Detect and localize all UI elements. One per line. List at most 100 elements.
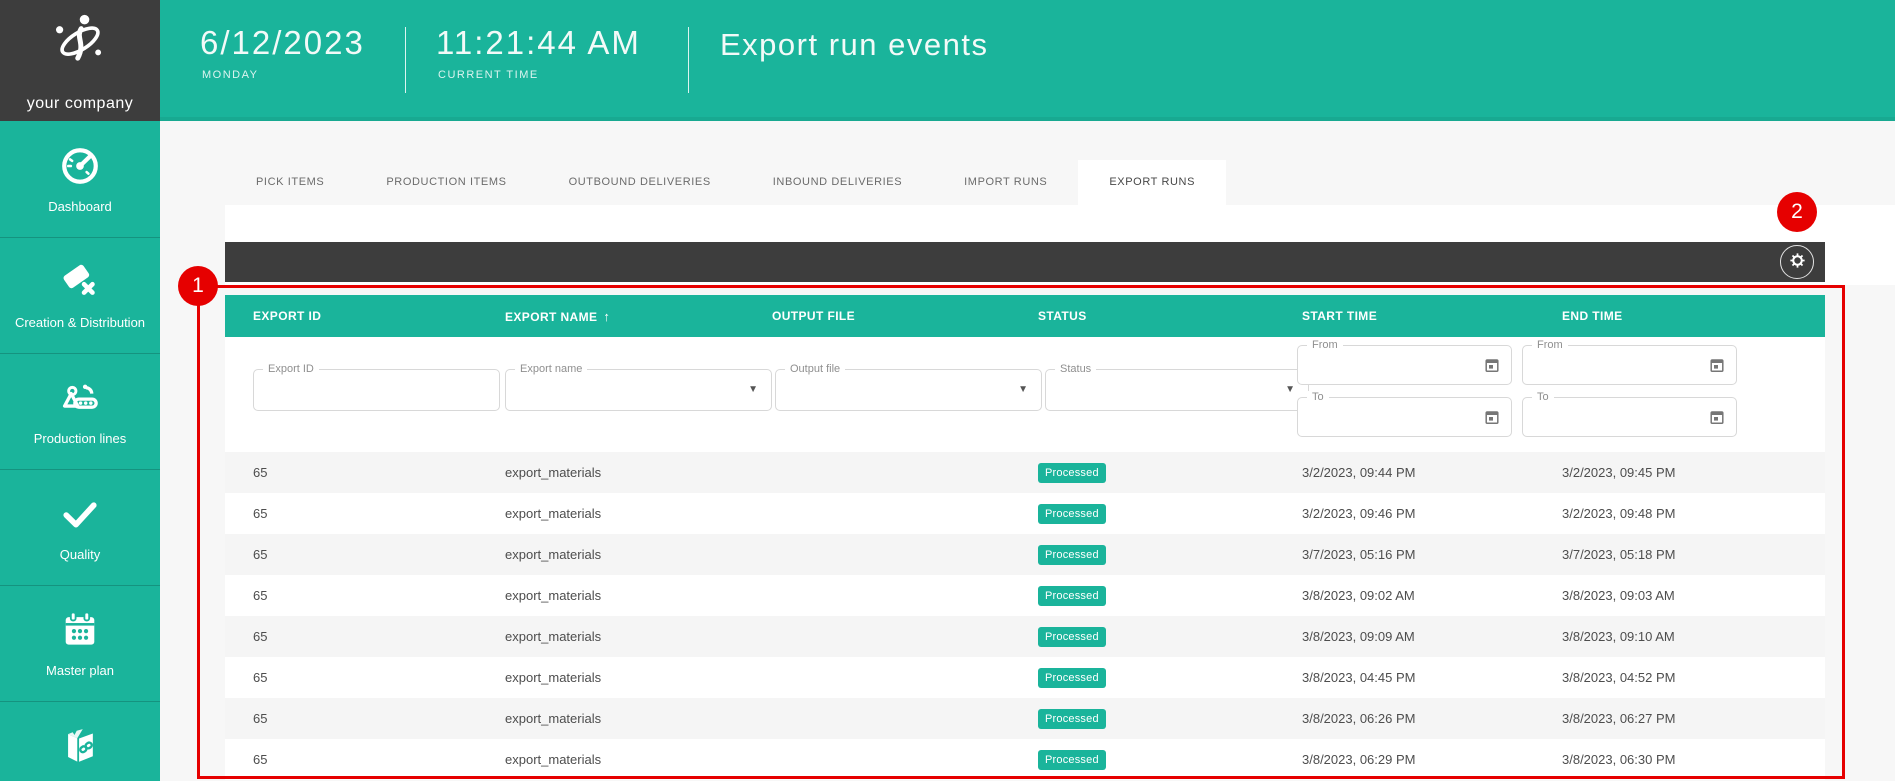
chevron-down-icon[interactable]: ▼: [748, 384, 758, 395]
table-row[interactable]: 65 export_materials Processed 3/8/2023, …: [225, 739, 1825, 780]
cell-start-time: 3/2/2023, 09:44 PM: [1274, 465, 1534, 480]
filter-end-time-to: To: [1522, 397, 1737, 437]
end-time-from-input[interactable]: [1533, 354, 1702, 378]
header-day: MONDAY: [202, 69, 258, 81]
cell-end-time: 3/8/2023, 09:03 AM: [1534, 588, 1825, 603]
tab-item[interactable]: IMPORT RUNS: [933, 160, 1078, 205]
company-logo-block[interactable]: your company: [0, 0, 160, 121]
status-badge: Processed: [1038, 504, 1106, 524]
cell-export-name: export_materials: [477, 547, 744, 562]
cell-export-id: 65: [225, 588, 477, 603]
column-header-status[interactable]: STATUS: [1010, 309, 1274, 323]
filter-label: Export name: [515, 363, 587, 375]
column-header-export-id[interactable]: EXPORT ID: [225, 309, 477, 323]
cell-export-name: export_materials: [477, 670, 744, 685]
status-badge: Processed: [1038, 545, 1106, 565]
cell-status: Processed: [1010, 750, 1274, 770]
sidebar-item-creation-distribution[interactable]: Creation & Distribution: [0, 237, 160, 353]
cell-start-time: 3/8/2023, 09:09 AM: [1274, 629, 1534, 644]
cell-end-time: 3/2/2023, 09:45 PM: [1534, 465, 1825, 480]
tab-label: INBOUND DELIVERIES: [773, 176, 902, 188]
sidebar-item-dashboard[interactable]: Dashboard: [0, 121, 160, 237]
cell-export-id: 65: [225, 711, 477, 726]
status-badge: Processed: [1038, 709, 1106, 729]
status-input[interactable]: [1056, 378, 1274, 404]
header-time: 11:21:44 AM: [436, 24, 641, 62]
start-time-from-input[interactable]: [1308, 354, 1477, 378]
sidebar-item-tooling[interactable]: Tooling: [0, 701, 160, 781]
app-window: your company 6/12/2023 MONDAY 11:21:44 A…: [0, 0, 1895, 781]
sidebar-item-label: Dashboard: [48, 200, 112, 214]
sidebar-item-quality[interactable]: Quality: [0, 469, 160, 585]
filter-label: From: [1307, 339, 1343, 351]
sidebar-item-label: Production lines: [34, 432, 127, 446]
cell-status: Processed: [1010, 709, 1274, 729]
cell-end-time: 3/8/2023, 06:30 PM: [1534, 752, 1825, 767]
chevron-down-icon[interactable]: ▼: [1018, 384, 1028, 395]
calendar-picker-icon[interactable]: [1709, 409, 1725, 425]
cell-export-name: export_materials: [477, 711, 744, 726]
table-body: 65 export_materials Processed 3/2/2023, …: [225, 452, 1825, 780]
page-header: 6/12/2023 MONDAY 11:21:44 AM CURRENT TIM…: [160, 0, 1895, 121]
header-divider: [405, 27, 406, 93]
chevron-down-icon[interactable]: ▼: [1285, 384, 1295, 395]
table-row[interactable]: 65 export_materials Processed 3/8/2023, …: [225, 657, 1825, 698]
cell-export-id: 65: [225, 752, 477, 767]
tag-cross-icon: [58, 260, 102, 309]
table-row[interactable]: 65 export_materials Processed 3/7/2023, …: [225, 534, 1825, 575]
cell-start-time: 3/8/2023, 06:26 PM: [1274, 711, 1534, 726]
filter-export-id: Export ID: [253, 369, 500, 411]
column-header-start-time[interactable]: START TIME: [1274, 309, 1534, 323]
tab-item[interactable]: PRODUCTION ITEMS: [355, 160, 537, 205]
end-time-to-input[interactable]: [1533, 406, 1702, 430]
tab-label: OUTBOUND DELIVERIES: [569, 176, 711, 188]
gauge-icon: [58, 144, 102, 193]
filter-label: Export ID: [263, 363, 319, 375]
tab-item[interactable]: OUTBOUND DELIVERIES: [538, 160, 742, 205]
table-row[interactable]: 65 export_materials Processed 3/8/2023, …: [225, 616, 1825, 657]
calendar-picker-icon[interactable]: [1709, 357, 1725, 373]
table-row[interactable]: 65 export_materials Processed 3/8/2023, …: [225, 575, 1825, 616]
tab-item[interactable]: PICK ITEMS: [225, 160, 355, 205]
table-row[interactable]: 65 export_materials Processed 3/8/2023, …: [225, 698, 1825, 739]
annotation-marker-1: 1: [178, 266, 218, 306]
status-badge: Processed: [1038, 463, 1106, 483]
status-badge: Processed: [1038, 627, 1106, 647]
cell-export-name: export_materials: [477, 465, 744, 480]
settings-button[interactable]: [1780, 245, 1814, 279]
cell-start-time: 3/2/2023, 09:46 PM: [1274, 506, 1534, 521]
start-time-to-input[interactable]: [1308, 406, 1477, 430]
table-row[interactable]: 65 export_materials Processed 3/2/2023, …: [225, 452, 1825, 493]
cell-export-name: export_materials: [477, 588, 744, 603]
column-header-export-name[interactable]: EXPORT NAME↑: [477, 309, 744, 324]
package-icon: [58, 724, 102, 773]
status-badge: Processed: [1038, 668, 1106, 688]
calendar-picker-icon[interactable]: [1484, 357, 1500, 373]
cell-export-id: 65: [225, 465, 477, 480]
output-file-input[interactable]: [786, 378, 1007, 404]
export-name-input[interactable]: [516, 378, 737, 404]
filter-label: From: [1532, 339, 1568, 351]
sidebar-item-master-plan[interactable]: Master plan: [0, 585, 160, 701]
calendar-picker-icon[interactable]: [1484, 409, 1500, 425]
cell-end-time: 3/2/2023, 09:48 PM: [1534, 506, 1825, 521]
sidebar-item-label: Master plan: [46, 664, 114, 678]
tab-item[interactable]: INBOUND DELIVERIES: [742, 160, 933, 205]
cell-end-time: 3/8/2023, 06:27 PM: [1534, 711, 1825, 726]
annotation-marker-2: 2: [1777, 192, 1817, 232]
table-header-row: EXPORT ID EXPORT NAME↑ OUTPUT FILE STATU…: [225, 295, 1825, 337]
tab-label: EXPORT RUNS: [1109, 176, 1195, 188]
export-id-input[interactable]: [264, 378, 489, 404]
table-row[interactable]: 65 export_materials Processed 3/2/2023, …: [225, 493, 1825, 534]
cell-export-name: export_materials: [477, 629, 744, 644]
filter-status: Status ▼: [1045, 369, 1309, 411]
filter-label: To: [1307, 391, 1329, 403]
column-header-end-time[interactable]: END TIME: [1534, 309, 1825, 323]
header-date: 6/12/2023: [200, 24, 365, 62]
tab-item[interactable]: EXPORT RUNS: [1078, 160, 1226, 205]
filter-output-file: Output file ▼: [775, 369, 1042, 411]
cell-export-id: 65: [225, 506, 477, 521]
sidebar-item-production-lines[interactable]: Production lines: [0, 353, 160, 469]
column-header-output-file[interactable]: OUTPUT FILE: [744, 309, 1010, 323]
filter-end-time-from: From: [1522, 345, 1737, 385]
